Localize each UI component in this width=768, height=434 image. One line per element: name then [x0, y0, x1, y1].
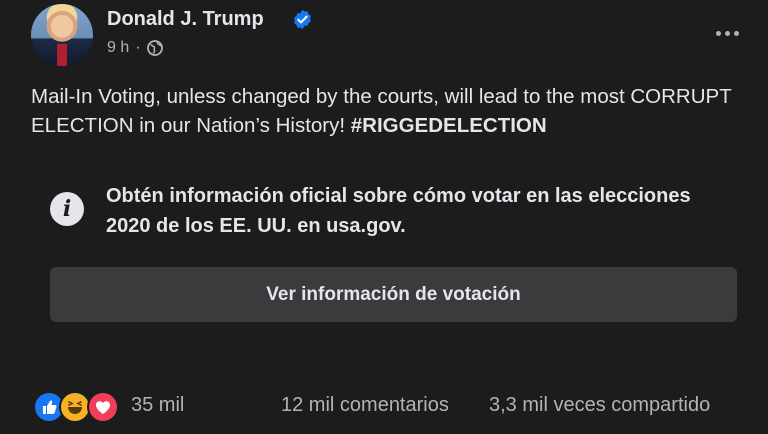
author-avatar[interactable]	[31, 4, 93, 66]
post-time[interactable]: 9 h	[107, 39, 129, 57]
voting-info-button[interactable]: Ver información de votación	[50, 267, 737, 322]
voting-info-button-label: Ver información de votación	[266, 283, 521, 305]
share-count[interactable]: 3,3 mil veces compartido	[489, 394, 710, 417]
love-reaction-icon	[87, 391, 119, 423]
hashtag-link[interactable]: #RIGGEDELECTION	[351, 114, 547, 137]
globe-icon	[146, 40, 163, 56]
comment-count[interactable]: 12 mil comentarios	[281, 394, 449, 417]
reaction-count[interactable]: 35 mil	[131, 394, 184, 417]
more-dot	[715, 30, 721, 36]
author-name[interactable]: Donald J. Trump	[107, 8, 264, 31]
more-dot	[724, 30, 730, 36]
more-options-icon[interactable]	[711, 26, 743, 40]
post-meta: 9 h ·	[107, 39, 163, 57]
post-text: Mail-In Voting, unless changed by the co…	[31, 82, 746, 140]
info-icon: i	[50, 192, 84, 226]
voting-info-text: Obtén información oficial sobre cómo vot…	[106, 185, 691, 237]
reaction-icons[interactable]	[33, 391, 121, 423]
meta-separator: ·	[135, 39, 141, 56]
more-dot	[733, 30, 739, 36]
facebook-post: Donald J. Trump 9 h · Mail-In Voting, un…	[0, 0, 768, 434]
verified-badge-icon	[294, 9, 311, 30]
